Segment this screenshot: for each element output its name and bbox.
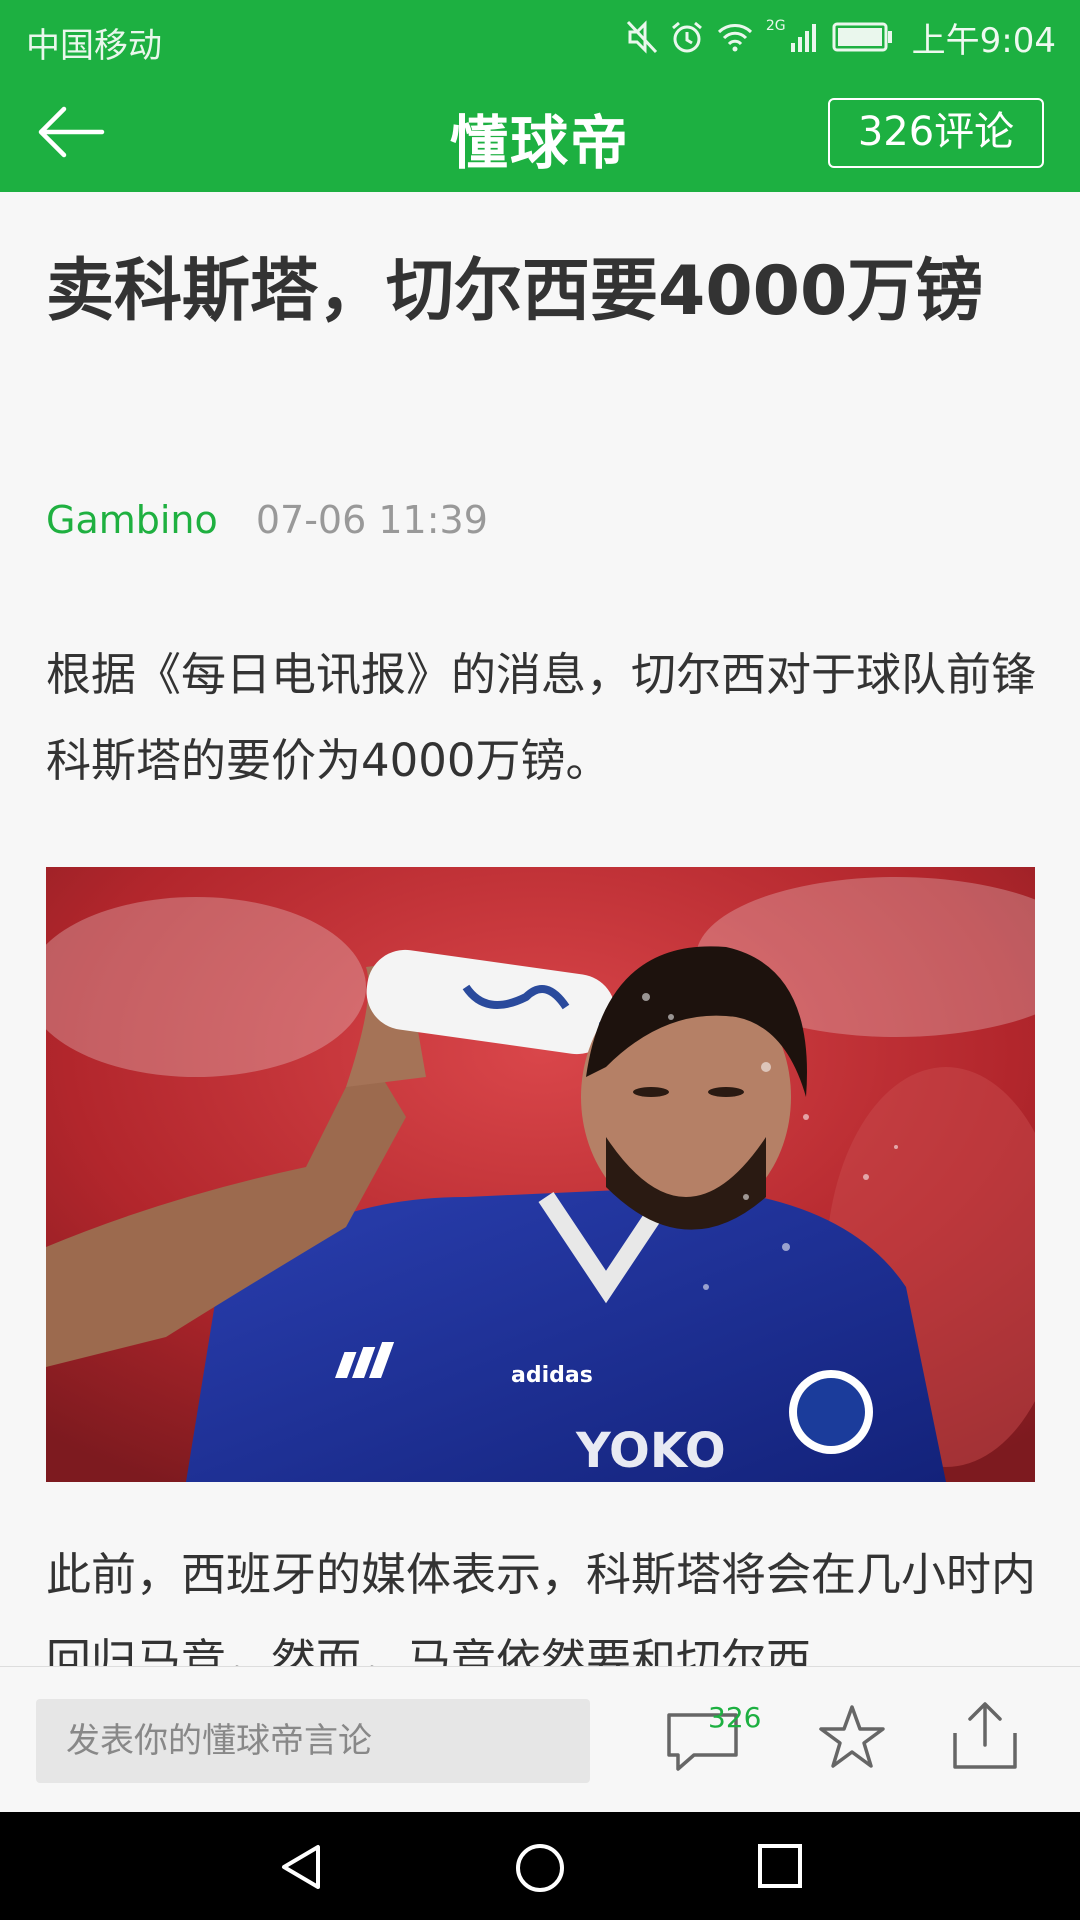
carrier-label: 中国移动: [26, 26, 162, 66]
article-meta: Gambino 07-06 11:39: [46, 498, 488, 542]
comment-bar: 发表你的懂球帝言论 326: [0, 1666, 1080, 1812]
nav-recents-icon[interactable]: [756, 1842, 804, 1890]
author-link[interactable]: Gambino: [46, 498, 218, 542]
comment-count-badge: 326: [708, 1701, 762, 1734]
network-type-label: 2G: [765, 18, 786, 34]
publish-date: 07-06 11:39: [255, 498, 488, 542]
wifi-icon: [717, 24, 752, 52]
signal-icon: [790, 24, 816, 52]
star-icon[interactable]: [818, 1703, 886, 1771]
nav-home-icon[interactable]: [514, 1842, 566, 1894]
nav-back-icon[interactable]: [276, 1842, 326, 1892]
article-photo[interactable]: adidas YOKO: [46, 867, 1035, 1482]
status-icons: 2G 上午9:04: [626, 14, 1056, 61]
comments-button[interactable]: 326评论: [828, 98, 1044, 168]
battery-icon: [832, 22, 892, 52]
alarm-icon: [671, 21, 702, 53]
article-content[interactable]: 卖科斯塔，切尔西要4000万镑 Gambino 07-06 11:39 根据《每…: [0, 192, 1080, 1666]
system-nav-bar: [0, 1812, 1080, 1920]
article-paragraph: 根据《每日电讯报》的消息，切尔西对于球队前锋科斯塔的要价为4000万镑。: [46, 648, 1037, 787]
mute-icon: [626, 20, 657, 54]
toolbar: 懂球帝 326评论: [0, 74, 1080, 192]
article-title: 卖科斯塔，切尔西要4000万镑: [46, 252, 984, 331]
photo-lettering: adidas: [511, 1363, 593, 1388]
article-paragraph: 此前，西班牙的媒体表示，科斯塔将会在几小时内回归马竞，然而，马竞依然要和切尔西: [46, 1548, 1037, 1666]
photo-lettering: YOKO: [575, 1423, 726, 1479]
app-bar: 中国移动 2G 上午9:04 懂球帝 326评论: [0, 0, 1080, 192]
comment-input[interactable]: 发表你的懂球帝言论: [36, 1699, 590, 1783]
clock-label: 上午9:04: [911, 20, 1056, 61]
status-bar: 中国移动 2G 上午9:04: [0, 0, 1080, 74]
share-icon[interactable]: [950, 1699, 1020, 1771]
